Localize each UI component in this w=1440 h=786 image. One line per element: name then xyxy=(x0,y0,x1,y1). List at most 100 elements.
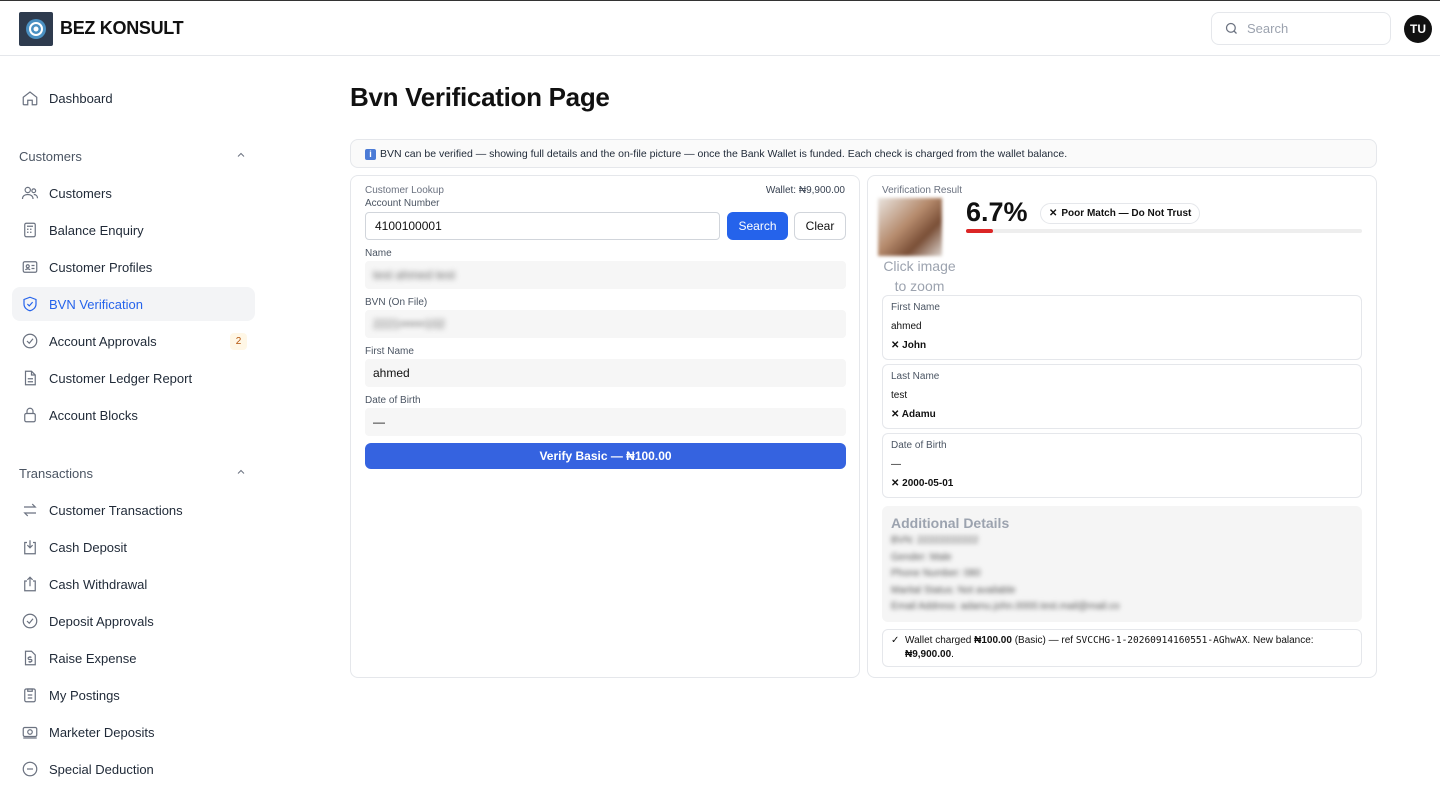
lock-icon xyxy=(20,405,40,425)
brand-logo[interactable] xyxy=(19,12,53,46)
sidebar-item-label: Customer Transactions xyxy=(49,502,183,518)
x-icon: ✕ xyxy=(891,340,903,351)
sidebar-item-special-deduction[interactable]: Special Deduction xyxy=(12,752,255,786)
dob-label: Date of Birth xyxy=(365,395,421,406)
compare-label: First Name xyxy=(891,302,940,313)
document-icon xyxy=(20,368,40,388)
match-status-text: Poor Match — Do Not Trust xyxy=(1061,208,1192,219)
charge-text: (Basic) — ref xyxy=(1011,635,1076,646)
additional-details-panel[interactable]: Additional Details BVN: 22222222222 Gend… xyxy=(882,506,1362,622)
photo-zoom-hint: Click image to zoom xyxy=(882,256,957,296)
withdrawal-icon xyxy=(20,574,40,594)
returned-value: 2000-05-01 xyxy=(902,478,954,489)
info-notice: i BVN can be verified — showing full deta… xyxy=(350,139,1377,168)
cash-icon xyxy=(20,722,40,742)
search-input[interactable]: Search xyxy=(1211,12,1391,45)
on-file-value: — xyxy=(891,459,901,470)
compare-label: Date of Birth xyxy=(891,440,947,451)
detail-key: Marital Status xyxy=(891,584,953,596)
info-icon: i xyxy=(365,149,376,160)
wallet-balance: Wallet: ₦9,900.00 xyxy=(765,185,845,196)
search-button[interactable]: Search xyxy=(727,212,788,240)
bvn-label: BVN (On File) xyxy=(365,297,428,308)
sidebar-item-label: Special Deduction xyxy=(49,761,154,777)
charge-text: . New balance: xyxy=(1247,635,1314,646)
new-balance: ₦9,900.00 xyxy=(905,648,952,660)
sidebar-item-raise-expense[interactable]: Raise Expense xyxy=(12,641,255,675)
match-status-badge: ✕ Poor Match — Do Not Trust xyxy=(1040,203,1201,224)
clear-button[interactable]: Clear xyxy=(794,212,846,240)
avatar[interactable]: TU xyxy=(1404,15,1432,43)
check-circle-icon xyxy=(20,611,40,631)
sidebar-item-account-blocks[interactable]: Account Blocks xyxy=(12,398,255,432)
match-score-bar xyxy=(966,229,1362,233)
sidebar-item-balance-enquiry[interactable]: Balance Enquiry xyxy=(12,213,255,247)
sidebar-item-customer-profiles[interactable]: Customer Profiles xyxy=(12,250,255,284)
x-icon: ✕ xyxy=(891,478,903,489)
check-circle-icon xyxy=(20,331,40,351)
on-file-value: test xyxy=(891,390,908,401)
home-icon xyxy=(20,88,40,108)
additional-details-rows: BVN: 22222222222 Gender: Male Phone Numb… xyxy=(891,535,1120,612)
returned-value: John xyxy=(902,340,927,351)
section-title: Verification Result xyxy=(882,185,963,196)
sidebar-item-label: Dashboard xyxy=(49,90,113,106)
name-label: Name xyxy=(365,248,392,259)
customer-lookup-card: Customer Lookup Wallet: ₦9,900.00 Accoun… xyxy=(350,175,860,678)
sidebar-item-customers[interactable]: Customers xyxy=(12,176,255,210)
detail-value: adamu.john.0000.test.mail@mail.co xyxy=(960,601,1120,612)
x-icon: ✕ xyxy=(1049,208,1058,219)
sidebar-item-label: Marketer Deposits xyxy=(49,724,155,740)
sidebar-item-label: Customer Ledger Report xyxy=(49,370,193,386)
charge-text: Wallet charged xyxy=(905,635,975,646)
sidebar-item-cash-withdrawal[interactable]: Cash Withdrawal xyxy=(12,567,255,601)
returned-value: Adamu xyxy=(901,409,936,420)
sidebar-item-label: Account Blocks xyxy=(49,407,138,423)
account-number-label: Account Number xyxy=(365,198,440,209)
brand-name: BEZ KONSULT xyxy=(60,18,184,38)
sidebar-group-customers[interactable]: Customers xyxy=(19,149,247,164)
sidebar-item-customer-ledger-report[interactable]: Customer Ledger Report xyxy=(12,361,255,395)
top-bar: BEZ KONSULT Search TU xyxy=(0,0,1440,56)
sidebar-item-cash-deposit[interactable]: Cash Deposit xyxy=(12,530,255,564)
customer-photo[interactable] xyxy=(878,198,942,256)
group-label: Transactions xyxy=(19,466,93,481)
shield-check-icon xyxy=(20,294,40,314)
sidebar-item-label: Raise Expense xyxy=(49,650,137,666)
sidebar-item-marketer-deposits[interactable]: Marketer Deposits xyxy=(12,715,255,749)
detail-key: Gender xyxy=(891,551,925,563)
verify-basic-button[interactable]: Verify Basic — ₦100.00 xyxy=(365,443,846,469)
section-title: Customer Lookup xyxy=(365,185,444,196)
notice-text: BVN can be verified — showing full detai… xyxy=(380,148,1068,160)
chevron-up-icon xyxy=(235,149,247,164)
sidebar-item-dashboard[interactable]: Dashboard xyxy=(12,81,255,115)
bvn-field: 2221••••••102 xyxy=(365,310,846,338)
charge-text: . xyxy=(951,648,954,660)
sidebar: Dashboard Customers Customers Balance En… xyxy=(0,56,270,778)
name-field: test ahmed test xyxy=(365,261,846,289)
sidebar-item-account-approvals[interactable]: Account Approvals 2 xyxy=(12,324,255,358)
search-placeholder: Search xyxy=(1247,21,1289,36)
sidebar-group-transactions[interactable]: Transactions xyxy=(19,466,247,481)
charge-amount: ₦100.00 xyxy=(974,635,1012,646)
detail-key: Phone Number xyxy=(891,568,959,579)
account-number-input[interactable]: 4100100001 xyxy=(365,212,720,240)
sidebar-item-deposit-approvals[interactable]: Deposit Approvals xyxy=(12,604,255,638)
match-score-fill xyxy=(966,229,993,233)
detail-key: Email Address xyxy=(891,601,955,612)
sidebar-item-label: Balance Enquiry xyxy=(49,222,144,238)
sidebar-item-bvn-verification[interactable]: BVN Verification xyxy=(12,287,255,321)
minus-circle-icon xyxy=(20,759,40,779)
sidebar-item-label: Cash Deposit xyxy=(49,539,128,555)
compare-label: Last Name xyxy=(891,371,940,382)
chevron-up-icon xyxy=(235,466,247,481)
sidebar-item-label: Cash Withdrawal xyxy=(49,576,148,592)
wallet-charge-notice: ✓ Wallet charged ₦100.00 (Basic) — ref S… xyxy=(882,629,1362,667)
sidebar-item-my-postings[interactable]: My Postings xyxy=(12,678,255,712)
sidebar-item-customer-transactions[interactable]: Customer Transactions xyxy=(12,493,255,527)
sidebar-item-label: BVN Verification xyxy=(49,296,143,312)
sidebar-item-label: Deposit Approvals xyxy=(49,613,154,629)
hint-line-1: Click image xyxy=(883,258,956,274)
first-name-field: ahmed xyxy=(365,359,846,387)
calculator-icon xyxy=(20,220,40,240)
